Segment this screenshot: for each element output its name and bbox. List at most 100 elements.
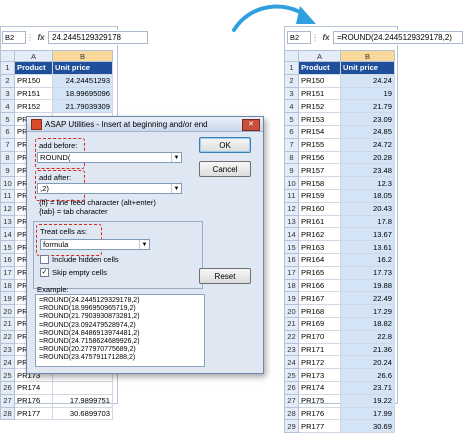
cell-product[interactable]: PR160 [298,201,341,216]
dialog-titlebar[interactable]: ASAP Utilities - Insert at beginning and… [27,117,263,132]
left-name-box[interactable]: B2 [2,31,26,44]
row-header[interactable]: 26 [0,380,15,395]
cell-unit-price[interactable]: 21.79039309 [52,99,113,114]
cell-unit-price[interactable]: 17.9899751 [52,393,113,408]
cell-product[interactable]: PR159 [298,188,341,203]
cell-unit-price[interactable]: 21.36 [340,342,395,357]
cell-unit-price[interactable]: 20.24 [340,355,395,370]
cell-product[interactable]: PR172 [298,355,341,370]
row-header[interactable]: 25 [284,368,299,382]
row-header[interactable]: 9 [0,163,15,178]
cell-product[interactable]: PR162 [298,227,341,242]
row-header[interactable]: 10 [0,176,15,190]
row-header[interactable]: 1 [284,61,299,75]
row-header[interactable]: 4 [0,99,15,114]
ok-button[interactable]: OK [199,137,251,153]
row-header[interactable]: 23 [0,342,15,357]
col-header-a[interactable]: A [14,50,53,62]
col-header-a[interactable]: A [298,50,341,62]
add-after-combo[interactable]: ,2) ▼ [37,183,182,194]
cell-product[interactable]: PR150 [14,73,53,88]
header-unit-price[interactable]: Unit price [340,61,395,75]
row-header[interactable]: 18 [284,278,299,293]
cell-product[interactable]: PR175 [298,393,341,408]
row-header[interactable]: 25 [0,368,15,382]
row-header[interactable]: 14 [284,227,299,242]
row-header[interactable]: 15 [0,240,15,254]
row-header[interactable]: 7 [284,137,299,152]
col-header-b[interactable]: B [340,50,395,62]
cell-unit-price[interactable]: 16.2 [340,252,395,267]
row-header[interactable]: 17 [284,265,299,280]
row-header[interactable]: 11 [0,188,15,203]
cell-unit-price[interactable]: 24.72 [340,137,395,152]
cell-unit-price[interactable]: 13.67 [340,227,395,242]
right-fx-icon[interactable]: fx [319,31,333,44]
row-header[interactable]: 24 [284,355,299,370]
row-header[interactable]: 28 [0,406,15,421]
row-header[interactable]: 6 [0,124,15,139]
cell-unit-price[interactable]: 17.73 [340,265,395,280]
checkmark-icon[interactable]: ✓ [40,268,49,277]
cell-unit-price[interactable]: 19.22 [340,393,395,408]
add-before-combo[interactable]: ROUND( ▼ [37,152,182,163]
col-header-b[interactable]: B [52,50,113,62]
cell-product[interactable]: PR177 [298,419,341,433]
row-header[interactable]: 13 [0,214,15,229]
chevron-down-icon[interactable]: ▼ [171,184,181,193]
cell-unit-price[interactable]: 22.8 [340,329,395,344]
cell-product[interactable]: PR153 [298,112,341,126]
row-header[interactable]: 21 [284,316,299,331]
row-header[interactable]: 16 [284,252,299,267]
row-header[interactable]: 13 [284,214,299,229]
header-unit-price[interactable]: Unit price [52,61,113,75]
cell-product[interactable]: PR174 [14,380,53,395]
cell-product[interactable]: PR170 [298,329,341,344]
chevron-down-icon[interactable]: ▼ [171,153,181,162]
row-header[interactable]: 22 [284,329,299,344]
cell-unit-price[interactable]: 13.61 [340,240,395,254]
corner-cell[interactable] [0,50,15,62]
row-header[interactable]: 21 [0,316,15,331]
cell-product[interactable]: PR157 [298,163,341,178]
row-header[interactable]: 8 [284,150,299,165]
cell-product[interactable]: PR165 [298,265,341,280]
row-header[interactable]: 2 [0,73,15,88]
cell-unit-price[interactable]: 30.6899703 [52,406,113,421]
cell-unit-price[interactable]: 23.48 [340,163,395,178]
cell-unit-price[interactable]: 17.8 [340,214,395,229]
cell-unit-price[interactable]: 24.24451293 [52,73,113,88]
row-header[interactable]: 20 [284,304,299,318]
cell-unit-price[interactable]: 24.24 [340,73,395,88]
cell-unit-price[interactable]: 18.99695096 [52,86,113,101]
row-header[interactable]: 23 [284,342,299,357]
cell-unit-price[interactable]: 18.05 [340,188,395,203]
row-header[interactable]: 29 [284,419,299,433]
row-header[interactable]: 11 [284,188,299,203]
row-header[interactable]: 8 [0,150,15,165]
row-header[interactable]: 26 [284,380,299,395]
row-header[interactable]: 18 [0,278,15,293]
cell-product[interactable]: PR176 [298,406,341,421]
row-header[interactable]: 9 [284,163,299,178]
row-header[interactable]: 3 [284,86,299,101]
cell-product[interactable]: PR174 [298,380,341,395]
row-header[interactable]: 14 [0,227,15,242]
cell-unit-price[interactable]: 21.79 [340,99,395,114]
row-header[interactable]: 17 [0,265,15,280]
cell-unit-price[interactable]: 30.69 [340,419,395,433]
row-header[interactable]: 28 [284,406,299,421]
cell-unit-price[interactable]: 24.85 [340,124,395,139]
row-header[interactable]: 5 [284,112,299,126]
cell-product[interactable]: PR155 [298,137,341,152]
include-hidden-checkbox[interactable]: Include hidden cells [40,255,119,264]
cancel-button[interactable]: Cancel [199,161,251,177]
right-formula-content[interactable]: =ROUND(24.2445129329178,2) [333,31,463,44]
row-header[interactable]: 27 [284,393,299,408]
row-header[interactable]: 4 [284,99,299,114]
treat-cells-select[interactable]: formula ▼ [40,239,150,250]
dialog-close-button[interactable]: ✕ [242,119,260,131]
cell-unit-price[interactable]: 18.82 [340,316,395,331]
skip-empty-checkbox[interactable]: ✓ Skip empty cells [40,268,107,277]
checkbox-box[interactable] [40,255,49,264]
